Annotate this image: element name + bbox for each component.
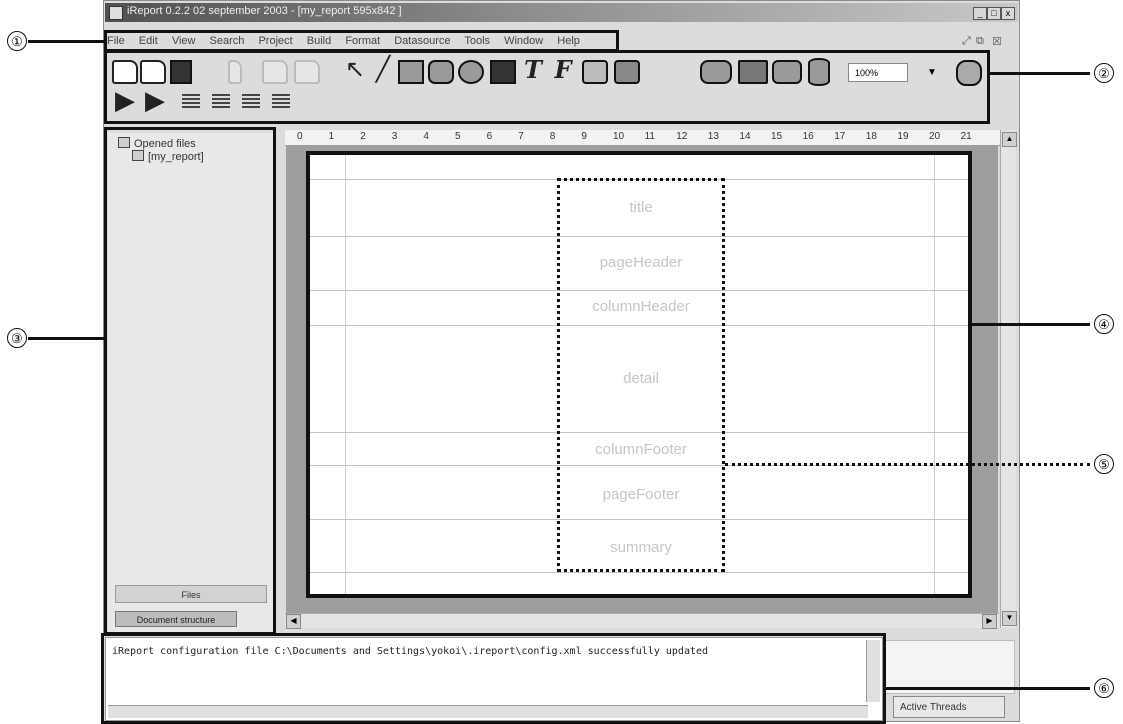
console-highlight	[101, 633, 886, 724]
title-bar[interactable]: iReport 0.2.2 02 september 2003 - [my_re…	[105, 3, 1018, 22]
ruler-tick: 21	[960, 131, 972, 142]
window-title: iReport 0.2.2 02 september 2003 - [my_re…	[127, 5, 402, 17]
ruler-tick: 8	[549, 131, 556, 142]
ruler-tick: 16	[802, 131, 814, 142]
ruler-tick: 2	[360, 131, 366, 142]
ruler-tick: 1	[328, 131, 335, 142]
vertical-scrollbar[interactable]: ▲ ▼	[1000, 130, 1017, 628]
thread-panel	[885, 640, 1015, 694]
band-names-highlight	[557, 178, 725, 572]
ruler-tick: 7	[518, 131, 524, 142]
leader-line-4	[972, 323, 1090, 326]
leader-line-6	[886, 687, 1090, 690]
close-button[interactable]: x	[1001, 7, 1015, 20]
ruler-tick: 14	[739, 131, 751, 142]
ruler-tick: 9	[581, 131, 587, 142]
ruler-tick: 17	[834, 131, 846, 142]
callout-5: ⑤	[1094, 454, 1114, 474]
ruler-tick: 10	[613, 131, 625, 142]
ruler-tick: 20	[929, 131, 941, 142]
leader-line-3	[28, 337, 106, 340]
margin-line-right	[934, 155, 935, 594]
mdi-close-icon[interactable]: ☒	[992, 35, 1002, 48]
margin-line-left	[345, 155, 346, 594]
band-divider	[310, 572, 968, 573]
scroll-down-icon[interactable]: ▼	[1002, 611, 1017, 626]
callout-1: ①	[7, 31, 27, 51]
ruler-tick: 6	[486, 131, 493, 142]
ruler-tick: 13	[707, 131, 719, 142]
horizontal-scrollbar[interactable]: ◀ ▶	[285, 613, 999, 629]
callout-3: ③	[7, 328, 27, 348]
tab-active-threads[interactable]: Active Threads	[893, 696, 1005, 718]
leader-line-5	[725, 463, 1090, 466]
ruler-tick: 18	[865, 131, 877, 142]
callout-2: ②	[1094, 63, 1114, 83]
callout-6: ⑥	[1094, 678, 1114, 698]
left-panel-highlight	[104, 127, 276, 635]
menu-bar-highlight	[104, 30, 619, 52]
minimize-button[interactable]: _	[973, 7, 987, 20]
leader-line-2	[990, 72, 1090, 75]
mdi-restore-icon[interactable]: ⤢	[962, 35, 971, 48]
ruler-tick: 5	[455, 131, 461, 142]
ruler-tick: 0	[297, 131, 303, 142]
callout-4: ④	[1094, 314, 1114, 334]
app-icon	[109, 6, 123, 20]
ruler: 0 1 2 3 4 5 6 7 8 9 10 11 12 13 14 15 16 17 18 19 20 21	[285, 130, 1009, 146]
ruler-tick: 3	[391, 131, 398, 142]
ruler-tick: 19	[897, 131, 909, 142]
ruler-tick: 15	[771, 131, 783, 142]
ruler-tick: 4	[423, 131, 429, 142]
leader-line-1	[28, 40, 106, 43]
toolbar-highlight	[104, 50, 990, 124]
scroll-left-icon[interactable]: ◀	[286, 614, 301, 629]
scroll-right-icon[interactable]: ▶	[982, 614, 997, 629]
mdi-tile-icon[interactable]: ⧉	[976, 35, 984, 48]
ruler-tick: 12	[676, 131, 688, 142]
ruler-tick: 11	[644, 131, 655, 142]
scroll-up-icon[interactable]: ▲	[1002, 132, 1017, 147]
maximize-button[interactable]: □	[987, 7, 1001, 20]
